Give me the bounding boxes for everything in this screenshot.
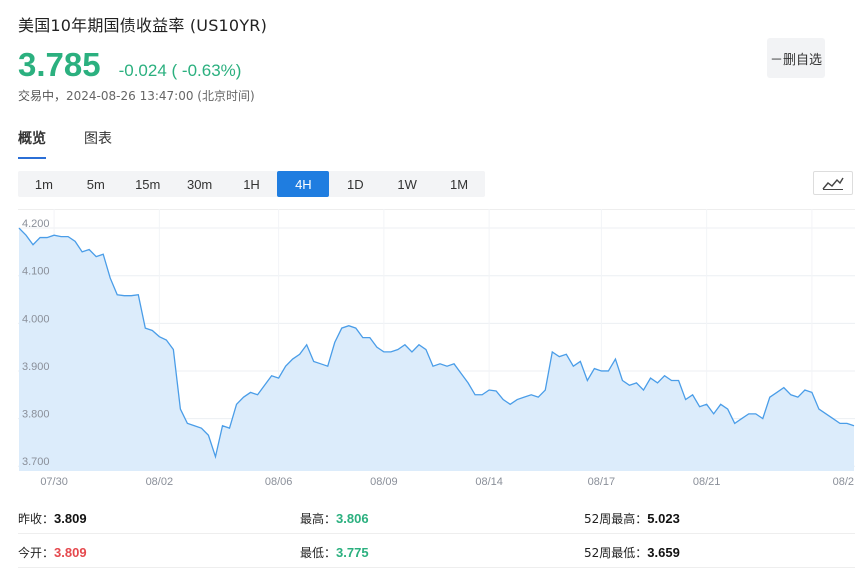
x-tick-label: 08/06 — [265, 476, 293, 488]
stat-52w-low: 52周最低：3.659 — [584, 545, 680, 560]
y-tick-label: 3.900 — [22, 361, 50, 373]
x-tick-label: 08/21 — [693, 476, 721, 488]
x-tick-label: 08/09 — [370, 476, 398, 488]
y-tick-label: 3.800 — [22, 409, 50, 421]
period-4h[interactable]: 4H — [277, 171, 330, 197]
x-tick-label: 08/17 — [588, 476, 616, 488]
period-selector: 1m 5m 15m 30m 1H 4H 1D 1W 1M — [18, 171, 485, 197]
stat-open: 今开：3.809 — [18, 545, 87, 560]
x-tick-label: 08/2 — [833, 476, 854, 488]
remove-favorite-button[interactable]: －删自选 — [767, 38, 825, 78]
timestamp: 2024-08-26 13:47:00 (北京时间) — [66, 89, 255, 103]
view-tabs: 概览 图表 — [18, 128, 150, 159]
trading-status: 交易中，2024-08-26 13:47:00 (北京时间) — [18, 87, 255, 104]
y-tick-label: 3.700 — [22, 456, 50, 468]
x-tick-label: 07/30 — [40, 476, 68, 488]
page-title: 美国10年期国债收益率 (US10YR) — [18, 16, 268, 35]
stat-day-low: 最低：3.775 — [300, 545, 369, 560]
chart-type-button[interactable] — [813, 171, 853, 195]
period-1m[interactable]: 1m — [18, 171, 70, 197]
stat-day-high: 最高：3.806 — [300, 511, 369, 526]
stats-row: 昨收：3.809 最高：3.806 52周最高：5.023 — [18, 500, 855, 534]
stats-row: 今开：3.809 最低：3.775 52周最低：3.659 — [18, 534, 855, 568]
period-30m[interactable]: 30m — [174, 171, 226, 197]
tab-overview[interactable]: 概览 — [18, 128, 46, 159]
x-tick-label: 08/02 — [146, 476, 174, 488]
tab-chart[interactable]: 图表 — [84, 128, 112, 159]
quote-row: 3.785 -0.024 ( -0.63%) — [18, 46, 241, 84]
y-tick-label: 4.000 — [22, 313, 50, 325]
yield-chart: 4.200 4.100 4.000 3.900 3.800 3.700 07/30 08/02… — [18, 209, 855, 491]
y-tick-label: 4.200 — [22, 218, 50, 230]
stat-prev-close: 昨收：3.809 — [18, 511, 87, 526]
chart-canvas: 4.200 4.100 4.000 3.900 3.800 3.700 07/30 08/02… — [18, 209, 855, 488]
period-1h[interactable]: 1H — [226, 171, 278, 197]
last-price: 3.785 — [18, 46, 101, 83]
y-tick-label: 4.100 — [22, 266, 50, 278]
line-chart-icon — [822, 177, 844, 190]
period-5m[interactable]: 5m — [70, 171, 122, 197]
x-tick-label: 08/14 — [475, 476, 503, 488]
series-area — [19, 228, 854, 471]
price-change: -0.024 ( -0.63%) — [118, 61, 242, 80]
period-1w[interactable]: 1W — [381, 171, 433, 197]
period-1d[interactable]: 1D — [329, 171, 381, 197]
period-1mo[interactable]: 1M — [433, 171, 485, 197]
period-15m[interactable]: 15m — [122, 171, 174, 197]
stats-panel: 昨收：3.809 最高：3.806 52周最高：5.023 今开：3.809 最… — [18, 500, 855, 568]
status-label: 交易中， — [18, 89, 67, 103]
stat-52w-high: 52周最高：5.023 — [584, 511, 680, 526]
